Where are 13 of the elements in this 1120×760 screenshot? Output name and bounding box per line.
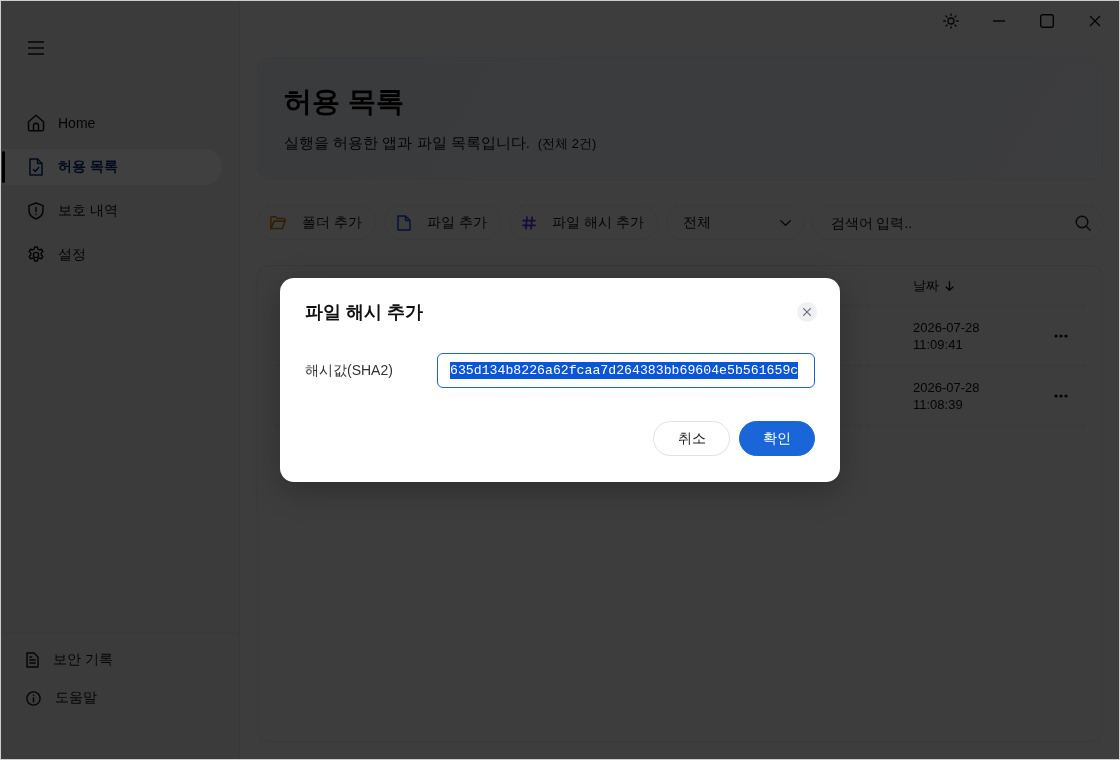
item-count: (전체 2건) bbox=[537, 135, 597, 153]
close-icon[interactable] bbox=[797, 302, 817, 322]
time-text: 11:09:41 bbox=[913, 335, 964, 353]
time-text: 11:08:39 bbox=[913, 395, 964, 413]
hash-input-field[interactable]: 635d134b8226a62fcaa7d264383bb69604e5b561659c bbox=[437, 353, 815, 388]
dialog-title: 파일 해시 추가 bbox=[305, 301, 423, 324]
confirm-button[interactable]: 확인 bbox=[739, 421, 815, 456]
date-text: 2026-07-28 bbox=[913, 378, 981, 396]
page-title: 허용 목록 bbox=[284, 85, 405, 119]
date-text: 2026-07-28 bbox=[913, 318, 981, 336]
cancel-button[interactable]: 취소 bbox=[653, 421, 730, 456]
page-subtitle: 실행을 허용한 앱과 파일 목록입니다. bbox=[284, 133, 530, 153]
field-label: 해시값(SHA2) bbox=[305, 361, 394, 380]
